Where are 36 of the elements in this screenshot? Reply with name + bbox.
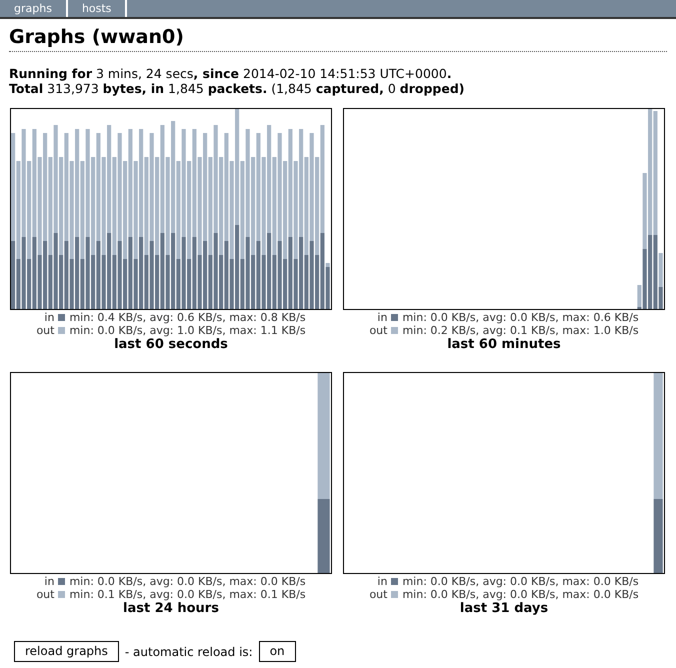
legend-stats: min: 0.0 KB/s, avg: 0.0 KB/s, max: 0.0 KB/s: [69, 575, 306, 588]
page-title: Graphs (wwan0): [9, 25, 185, 49]
nav-tab[interactable]: hosts: [68, 0, 128, 17]
auto-reload-label: - automatic reload is:: [124, 644, 253, 660]
legend-label: out: [36, 588, 54, 601]
summary-line: Running for 3 mins, 24 secs, since 2014-02-10 14:51:53 UTC+0000.: [9, 66, 453, 81]
legend-stats: min: 0.2 KB/s, avg: 0.1 KB/s, max: 1.0 KB/s: [402, 324, 639, 337]
legend-stats: min: 0.0 KB/s, avg: 0.0 KB/s, max: 0.0 KB/s: [402, 575, 639, 588]
legend-label: out: [369, 324, 388, 337]
legend-swatch-icon: [391, 327, 398, 334]
graph-caption: last 24 hours: [123, 601, 219, 617]
legend-stats: min: 0.1 KB/s, avg: 0.0 KB/s, max: 0.1 KB/s: [69, 588, 306, 601]
legend-stats: min: 0.0 KB/s, avg: 1.0 KB/s, max: 1.1 KB/s: [69, 324, 306, 337]
legend-swatch-icon: [391, 591, 398, 598]
legend-swatch-icon: [58, 591, 66, 598]
legend-stats: min: 0.0 KB/s, avg: 0.0 KB/s, max: 0.0 KB/s: [402, 588, 639, 601]
summary-line: Total 313,973 bytes, in 1,845 packets. (1,845 captured, 0 dropped): [9, 81, 466, 96]
auto-reload-toggle[interactable]: on: [258, 641, 296, 662]
graph-caption: last 60 seconds: [114, 337, 228, 353]
legend-stats: min: 0.4 KB/s, avg: 0.6 KB/s, max: 0.8 KB/s: [69, 311, 306, 324]
legend-label: in: [377, 311, 388, 324]
legend-stats: min: 0.0 KB/s, avg: 0.0 KB/s, max: 0.6 KB/s: [402, 311, 639, 324]
legend-label: in: [377, 575, 388, 588]
graph-caption: last 31 days: [460, 601, 548, 617]
graph-caption: last 60 minutes: [447, 337, 561, 353]
reload-graphs-button[interactable]: reload graphs: [14, 641, 119, 662]
legend-label: in: [44, 575, 54, 588]
legend-swatch-icon: [58, 314, 66, 321]
legend-label: out: [369, 588, 388, 601]
legend-swatch-icon: [58, 578, 66, 585]
legend-swatch-icon: [58, 327, 66, 334]
nav-tab[interactable]: graphs: [0, 0, 68, 17]
legend-label: out: [36, 324, 54, 337]
legend-swatch-icon: [391, 578, 398, 585]
legend-swatch-icon: [391, 314, 398, 321]
legend-label: in: [44, 311, 54, 324]
